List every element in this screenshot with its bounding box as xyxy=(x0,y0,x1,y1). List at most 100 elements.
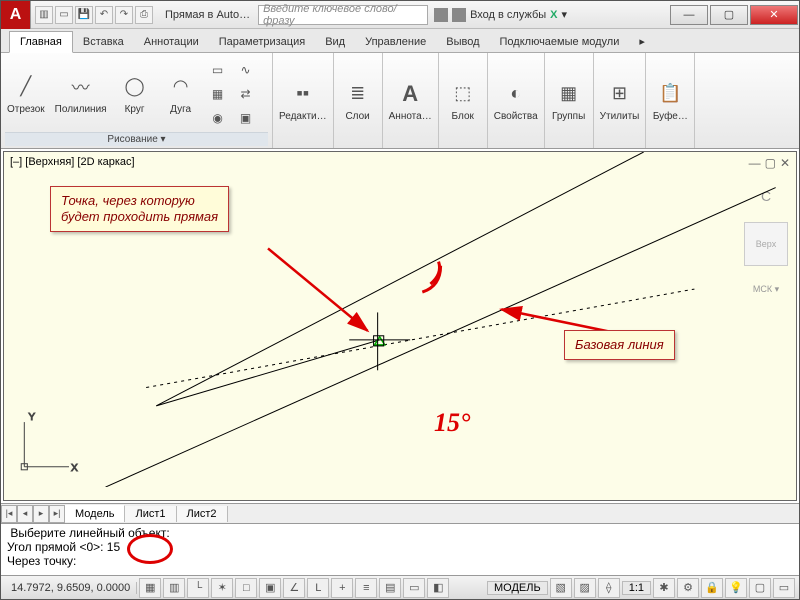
tpy-toggle-icon[interactable]: ▤ xyxy=(379,578,401,598)
modify-panel[interactable]: ▪▪Редакти… xyxy=(277,78,329,124)
toolbar-lock-icon[interactable]: 🔒 xyxy=(701,578,723,598)
tab-insert[interactable]: Вставка xyxy=(73,32,134,52)
app-menu-button[interactable]: A xyxy=(1,1,31,29)
status-bar: 14.7972, 9.6509, 0.0000 ▦ ▥ └ ✶ □ ▣ ∠ L … xyxy=(1,575,799,599)
hatch-button[interactable]: ▦ xyxy=(207,83,229,105)
circle-button[interactable]: ◯Круг xyxy=(115,71,155,117)
layers-icon: ≣ xyxy=(344,80,372,108)
close-button[interactable]: ✕ xyxy=(750,5,798,25)
quickview-layouts-icon[interactable]: ▧ xyxy=(550,578,572,598)
sc-toggle-icon[interactable]: ◧ xyxy=(427,578,449,598)
qat-new-icon[interactable]: ▥ xyxy=(35,6,53,24)
callout-base-line: Базовая линия xyxy=(564,330,675,360)
line-icon: ╱ xyxy=(12,73,40,101)
model-space-button[interactable]: МОДЕЛЬ xyxy=(487,581,548,595)
rect-button[interactable]: ▭ xyxy=(207,59,229,81)
svg-text:Y: Y xyxy=(28,412,35,423)
polar-toggle-icon[interactable]: ✶ xyxy=(211,578,233,598)
draw-panel-label[interactable]: Рисование ▾ xyxy=(5,132,268,146)
qp-toggle-icon[interactable]: ▭ xyxy=(403,578,425,598)
people-icon xyxy=(434,8,448,22)
layout-next-icon[interactable]: ▸ xyxy=(33,505,49,523)
modify-icon: ▪▪ xyxy=(289,80,317,108)
groups-panel[interactable]: ▦Группы xyxy=(549,78,589,124)
polyline-button[interactable]: 〰Полилиния xyxy=(53,71,109,117)
snap-toggle-icon[interactable]: ▦ xyxy=(139,578,161,598)
qat-save-icon[interactable]: 💾 xyxy=(75,6,93,24)
login-link[interactable]: Вход в службы xyxy=(470,9,546,21)
xline-icon: ⇄ xyxy=(237,85,255,103)
quick-access-toolbar: ▥ ▭ 💾 ⎙ xyxy=(31,6,157,24)
redo-icon[interactable] xyxy=(115,6,133,24)
properties-panel[interactable]: ◐Свойства xyxy=(492,78,540,124)
drawing-viewport[interactable]: [–] [Верхняя] [2D каркас] — ▢ ✕ С Верх М… xyxy=(3,151,797,501)
layout-prev-icon[interactable]: ◂ xyxy=(17,505,33,523)
tab-manage[interactable]: Управление xyxy=(355,32,436,52)
hatch-icon: ▦ xyxy=(209,85,227,103)
ribbon: ╱Отрезок 〰Полилиния ◯Круг ◠Дуга ▭ ▦ ◉ ∿ … xyxy=(1,53,799,149)
layout-first-icon[interactable]: |◂ xyxy=(1,505,17,523)
undo-icon[interactable] xyxy=(95,6,113,24)
dyn-toggle-icon[interactable]: + xyxy=(331,578,353,598)
tab-layout2[interactable]: Лист2 xyxy=(177,506,228,522)
tab-overflow-icon[interactable]: ▸ xyxy=(629,31,655,52)
command-line[interactable]: Выберите линейный объект: Угол прямой <0… xyxy=(1,523,799,575)
highlight-circle xyxy=(127,534,173,564)
point-icon: ▣ xyxy=(237,109,255,127)
ellipse-button[interactable]: ◉ xyxy=(207,107,229,129)
workspace-switch-icon[interactable]: ⚙ xyxy=(677,578,699,598)
annoscale-icon[interactable]: ⟠ xyxy=(598,578,620,598)
annovis-toggle-icon[interactable]: ✱ xyxy=(653,578,675,598)
tab-output[interactable]: Вывод xyxy=(436,32,489,52)
tab-model[interactable]: Модель xyxy=(65,505,125,522)
polyline-icon: 〰 xyxy=(67,73,95,101)
xline-button[interactable]: ⇄ xyxy=(235,83,257,105)
tab-layout1[interactable]: Лист1 xyxy=(125,506,176,522)
ellipse-icon: ◉ xyxy=(209,109,227,127)
osnap3d-toggle-icon[interactable]: ▣ xyxy=(259,578,281,598)
layout-last-icon[interactable]: ▸| xyxy=(49,505,65,523)
clean-screen-icon[interactable]: ▭ xyxy=(773,578,795,598)
ortho-toggle-icon[interactable]: └ xyxy=(187,578,209,598)
tab-view[interactable]: Вид xyxy=(315,32,355,52)
spline-icon: ∿ xyxy=(237,61,255,79)
search-input[interactable]: Введите ключевое слово/фразу xyxy=(258,5,428,25)
line-button[interactable]: ╱Отрезок xyxy=(5,71,47,117)
annotation-scale[interactable]: 1:1 xyxy=(622,581,651,595)
layers-panel[interactable]: ≣Слои xyxy=(338,78,378,124)
isolate-objects-icon[interactable]: ▢ xyxy=(749,578,771,598)
grid-toggle-icon[interactable]: ▥ xyxy=(163,578,185,598)
arc-button[interactable]: ◠Дуга xyxy=(161,71,201,117)
callout-point-through: Точка, через которую будет проходить пря… xyxy=(50,186,229,232)
minimize-button[interactable]: — xyxy=(670,5,708,25)
color-wheel-icon: ◐ xyxy=(502,80,530,108)
quickview-drawings-icon[interactable]: ▨ xyxy=(574,578,596,598)
point-button[interactable]: ▣ xyxy=(235,107,257,129)
annotation-panel[interactable]: AАннота… xyxy=(387,78,434,124)
rectangle-icon: ▭ xyxy=(209,61,227,79)
tab-home[interactable]: Главная xyxy=(9,31,73,53)
spline-button[interactable]: ∿ xyxy=(235,59,257,81)
hardware-accel-icon[interactable]: 💡 xyxy=(725,578,747,598)
qat-print-icon[interactable]: ⎙ xyxy=(135,6,153,24)
help-dropdown-icon[interactable]: ▾ xyxy=(562,8,568,21)
person-icon xyxy=(452,8,466,22)
tab-plugins[interactable]: Подключаемые модули xyxy=(490,32,630,52)
lwt-toggle-icon[interactable]: ≡ xyxy=(355,578,377,598)
utilities-panel[interactable]: ⊞Утилиты xyxy=(598,78,642,124)
window-title: Прямая в Auto… xyxy=(157,9,258,21)
tab-annotate[interactable]: Аннотации xyxy=(134,32,209,52)
coords-readout[interactable]: 14.7972, 9.6509, 0.0000 xyxy=(5,582,137,594)
clipboard-panel[interactable]: 📋Буфе… xyxy=(650,78,690,124)
exchange-icon[interactable]: X xyxy=(550,9,557,21)
osnap-toggle-icon[interactable]: □ xyxy=(235,578,257,598)
calculator-icon: ⊞ xyxy=(606,80,634,108)
otrack-toggle-icon[interactable]: ∠ xyxy=(283,578,305,598)
arc-icon: ◠ xyxy=(167,73,195,101)
block-panel[interactable]: ⬚Блок xyxy=(443,78,483,124)
ducs-toggle-icon[interactable]: L xyxy=(307,578,329,598)
qat-open-icon[interactable]: ▭ xyxy=(55,6,73,24)
maximize-button[interactable]: ▢ xyxy=(710,5,748,25)
tab-parametric[interactable]: Параметризация xyxy=(209,32,315,52)
block-icon: ⬚ xyxy=(449,80,477,108)
